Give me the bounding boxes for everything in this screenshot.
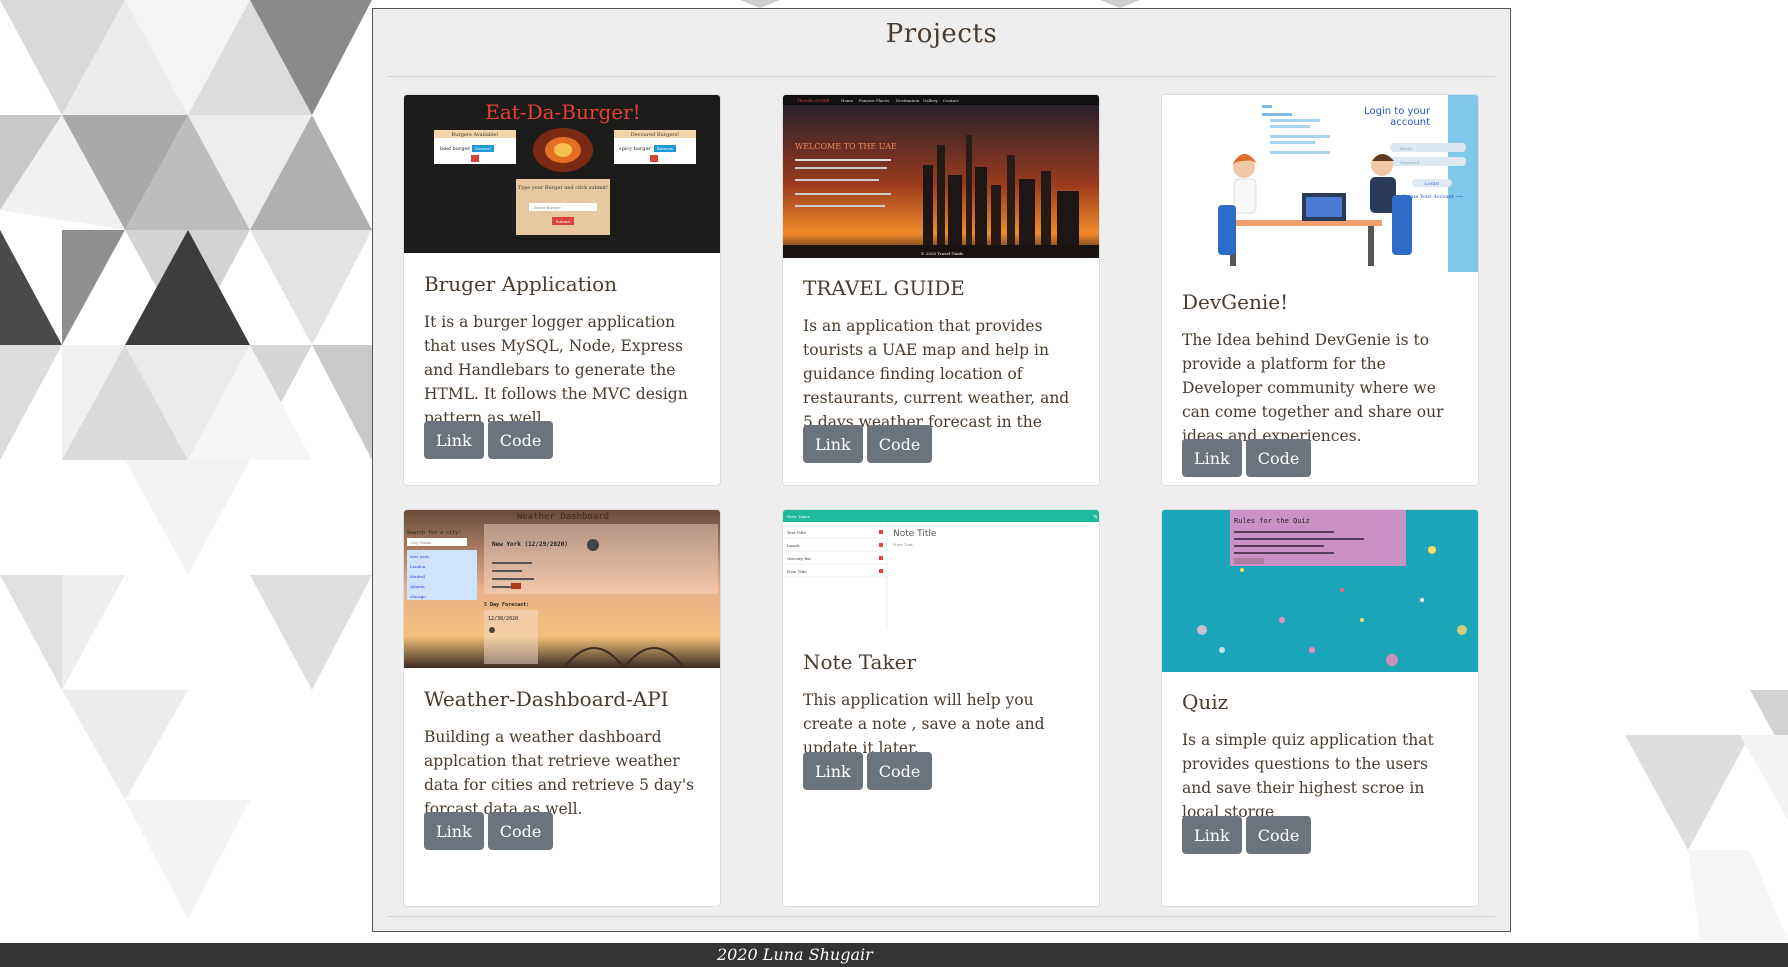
link-button[interactable]: Link: [803, 752, 863, 790]
project-screenshot: Weather Dashboard Search for a city: Cit…: [404, 510, 720, 668]
code-button[interactable]: Code: [866, 425, 933, 463]
project-screenshot: Login to your account Email Password LOG…: [1162, 95, 1478, 272]
svg-text:spicy burger: spicy burger: [619, 146, 652, 152]
svg-text:Rules for the Quiz: Rules for the Quiz: [1234, 517, 1310, 525]
divider: [388, 916, 1495, 917]
project-description: Is a simple quiz application that provid…: [1182, 731, 1434, 821]
project-description: This application will help you create a …: [803, 691, 1045, 757]
project-title: Note Taker: [803, 650, 916, 674]
svg-text:new york: new york: [410, 554, 429, 559]
svg-text:Login to your: Login to your: [1364, 106, 1431, 117]
projects-panel: Projects Eat-Da-Burger! Burgers Availabl…: [372, 8, 1511, 932]
svg-text:chicago: chicago: [410, 594, 426, 599]
svg-text:Note Taker: Note Taker: [787, 514, 810, 519]
project-description: Building a weather dashboard applcation …: [424, 728, 695, 818]
svg-text:Search for a city:: Search for a city:: [407, 530, 461, 536]
code-button[interactable]: Code: [1245, 816, 1312, 854]
project-card-weather-dashboard: Weather Dashboard Search for a city: Cit…: [403, 509, 721, 907]
svg-text:LOGIN: LOGIN: [1425, 181, 1440, 186]
svg-text:Madrid: Madrid: [410, 574, 425, 579]
svg-text:beef burger: beef burger: [440, 146, 471, 152]
code-button[interactable]: Code: [1245, 439, 1312, 477]
svg-text:Gallery: Gallery: [923, 98, 938, 103]
svg-text:TRAVEL GUIDE: TRAVEL GUIDE: [797, 98, 829, 103]
link-button[interactable]: Link: [1182, 439, 1242, 477]
svg-text:Lunch: Lunch: [787, 543, 800, 548]
svg-text:© 2020 Travel Guide: © 2020 Travel Guide: [921, 251, 964, 256]
svg-text:New Title: New Title: [787, 569, 807, 574]
project-card-devgenie: Login to your account Email Password LOG…: [1161, 94, 1479, 486]
project-title: Quiz: [1182, 690, 1229, 714]
link-button[interactable]: Link: [424, 421, 484, 459]
svg-text:Test Title: Test Title: [787, 530, 806, 535]
svg-text:Home: Home: [841, 98, 854, 103]
link-button[interactable]: Link: [803, 425, 863, 463]
svg-text:Devoured Burgers!: Devoured Burgers!: [631, 132, 680, 138]
svg-text:Weather Dashboard: Weather Dashboard: [517, 512, 609, 522]
svg-text:Destination: Destination: [896, 98, 920, 103]
svg-text:Famous Places: Famous Places: [859, 98, 889, 103]
svg-text:✎: ✎: [1093, 514, 1098, 521]
svg-text:5 Day Forecast:: 5 Day Forecast:: [484, 602, 529, 608]
svg-text:New York (12/29/2020): New York (12/29/2020): [492, 541, 568, 548]
project-card-quiz: Rules for the Quiz Quiz Is a simple quiz…: [1161, 509, 1479, 907]
svg-text:City Name: City Name: [410, 540, 432, 545]
project-title: DevGenie!: [1182, 290, 1289, 314]
project-screenshot: Note Taker ✎ Test Title Lunch Grocery li…: [783, 510, 1099, 630]
svg-text:Submit: Submit: [556, 219, 571, 224]
svg-text:12/30/2020: 12/30/2020: [488, 616, 518, 622]
link-button[interactable]: Link: [1182, 816, 1242, 854]
svg-text:Atlanta: Atlanta: [409, 584, 425, 589]
svg-text:Enter Burger: Enter Burger: [534, 205, 561, 210]
code-button[interactable]: Code: [487, 812, 554, 850]
project-title: Bruger Application: [424, 272, 618, 296]
footer: 2020 Luna Shugair: [0, 943, 1788, 967]
project-card-travel-guide: TRAVEL GUIDE Home Famous Places Destinat…: [782, 94, 1100, 486]
screenshot-heading: Eat-Da-Burger!: [485, 100, 640, 124]
divider: [388, 76, 1495, 77]
svg-text:Contact: Contact: [943, 98, 959, 103]
svg-text:London: London: [410, 564, 426, 569]
footer-copyright: 2020 Luna Shugair: [717, 945, 873, 964]
svg-text:Burgers Available!: Burgers Available!: [451, 132, 498, 138]
project-description: It is a burger logger application that u…: [424, 313, 688, 427]
project-title: Weather-Dashboard-API: [424, 687, 669, 711]
svg-text:Remove: Remove: [657, 146, 674, 151]
svg-text:Type your Burger and click sub: Type your Burger and click submit!: [518, 185, 608, 191]
project-card-burger: Eat-Da-Burger! Burgers Available! beef b…: [403, 94, 721, 486]
svg-text:Password: Password: [1400, 160, 1420, 165]
project-title: TRAVEL GUIDE: [803, 276, 965, 300]
svg-text:WELCOME TO THE UAE: WELCOME TO THE UAE: [795, 142, 897, 151]
project-description: The Idea behind DevGenie is to provide a…: [1182, 331, 1444, 445]
code-button[interactable]: Code: [866, 752, 933, 790]
link-button[interactable]: Link: [424, 812, 484, 850]
svg-text:Grocery list: Grocery list: [787, 556, 811, 561]
project-screenshot: Eat-Da-Burger! Burgers Available! beef b…: [404, 95, 720, 253]
page-title: Projects: [885, 19, 998, 49]
project-screenshot: TRAVEL GUIDE Home Famous Places Destinat…: [783, 95, 1099, 258]
svg-text:Note Title: Note Title: [893, 529, 937, 539]
svg-text:account: account: [1390, 117, 1430, 128]
svg-text:Note Text: Note Text: [893, 542, 913, 547]
project-screenshot: Rules for the Quiz: [1162, 510, 1478, 672]
project-card-note-taker: Note Taker ✎ Test Title Lunch Grocery li…: [782, 509, 1100, 907]
svg-text:Devour!: Devour!: [475, 146, 492, 151]
svg-text:Email: Email: [1400, 146, 1412, 151]
code-button[interactable]: Code: [487, 421, 554, 459]
